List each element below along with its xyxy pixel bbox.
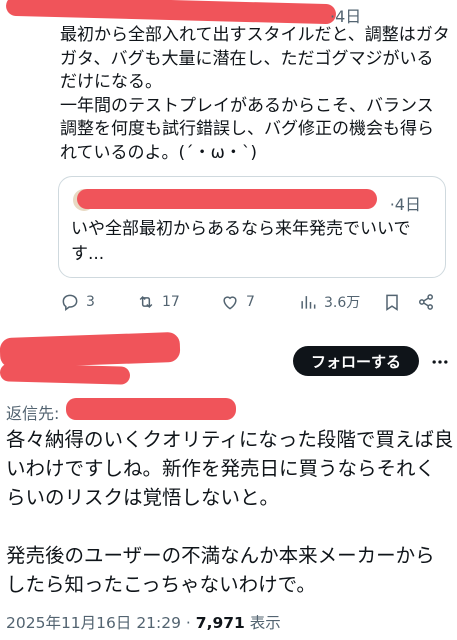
quote-text: いや全部最初からあるなら来年発売でいいです... [71, 219, 411, 264]
bookmark-button[interactable] [382, 292, 402, 312]
quoted-tweet[interactable]: ·4日 いや全部最初からあるなら来年発売でいいです... [58, 176, 446, 278]
redacted-reply-to-handle [66, 398, 236, 420]
reply-to-label: 返信先: [6, 404, 60, 423]
tweet2-text: 各々納得のいくクオリティになった段階で買えば良いわけですしね。新作を発売日に買う… [6, 428, 454, 596]
bookmark-icon [386, 294, 398, 311]
retweet-count: 17 [162, 294, 180, 310]
follow-button[interactable]: フォローする [293, 346, 419, 376]
reply-icon [62, 294, 78, 311]
views-count: 3.6万 [324, 295, 361, 311]
views-button[interactable]: 3.6万 [298, 292, 360, 312]
tweet2-footer: 2025年11月16日 21:29 · 7,971 表示 [6, 611, 281, 633]
reply-button[interactable]: 3 [60, 292, 95, 312]
like-icon [223, 296, 237, 310]
retweet-button[interactable]: 17 [136, 292, 180, 312]
share-icon [419, 294, 433, 310]
views-icon [301, 296, 316, 309]
tweet-action-bar: 3 17 7 3.6万 [60, 292, 450, 318]
like-count: 7 [246, 294, 255, 310]
like-button[interactable]: 7 [220, 292, 255, 312]
tweet2-view-count: 7,971 [195, 614, 245, 632]
tweet1-text: 最初から全部入れて出すスタイルだと、調整はガタガタ、バグも大量に潜在し、ただゴグ… [60, 25, 450, 163]
more-icon[interactable] [430, 352, 450, 372]
share-button[interactable] [416, 292, 436, 312]
redacted-quote-username [77, 189, 377, 209]
retweet-icon [139, 295, 153, 309]
tweet2-view-label: 表示 [244, 614, 281, 632]
tweet2-timestamp[interactable]: 2025年11月16日 21:29 · [6, 614, 196, 632]
redacted-author-name [0, 331, 181, 369]
redacted-author-handle [0, 363, 131, 385]
redacted-username-top [5, 0, 337, 25]
quote-date: ·4日 [389, 195, 421, 214]
reply-count: 3 [86, 294, 95, 310]
